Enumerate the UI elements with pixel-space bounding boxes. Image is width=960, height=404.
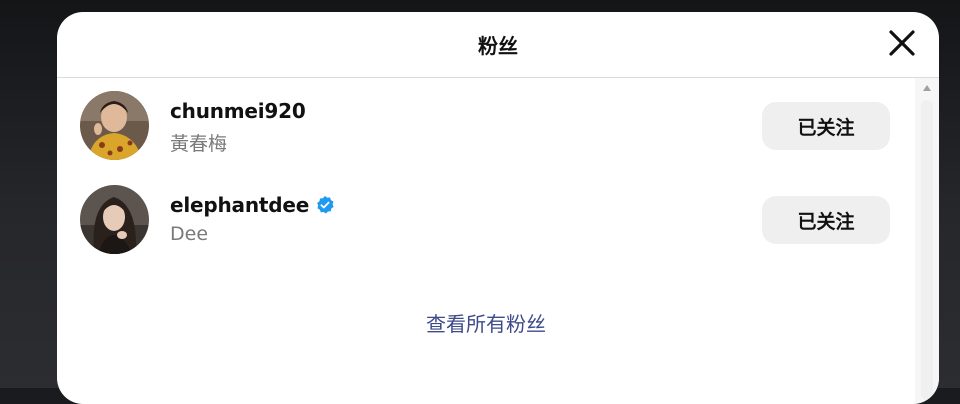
follower-row: elephantdee Dee 已关注	[57, 172, 915, 266]
close-icon	[889, 30, 915, 56]
username-line: elephantdee	[170, 192, 335, 218]
modal-title: 粉丝	[478, 34, 518, 58]
avatar[interactable]	[80, 91, 149, 160]
following-button[interactable]: 已关注	[762, 102, 890, 150]
verified-badge-icon	[315, 195, 335, 215]
see-all-followers-link[interactable]: 查看所有粉丝	[57, 308, 915, 337]
follower-row: chunmei920 黃春梅 已关注	[57, 78, 915, 172]
scrollbar-thumb[interactable]	[921, 100, 933, 400]
scroll-up-arrow-icon[interactable]	[923, 85, 931, 91]
following-button[interactable]: 已关注	[762, 196, 890, 244]
followers-list: chunmei920 黃春梅 已关注 elephantdee Dee 已关注 查…	[57, 78, 915, 400]
username[interactable]: chunmei920	[170, 99, 306, 123]
followers-modal: 粉丝 chunmei920 黃春梅 已关注 elephantdee Dee 已关…	[57, 12, 939, 404]
modal-header: 粉丝	[57, 12, 939, 78]
scrollbar[interactable]	[915, 78, 939, 404]
full-name: 黃春梅	[170, 133, 228, 155]
close-button[interactable]	[885, 26, 919, 60]
full-name: Dee	[170, 223, 209, 245]
avatar-image	[80, 185, 149, 254]
avatar-image	[80, 91, 149, 160]
username[interactable]: elephantdee	[170, 193, 309, 217]
avatar[interactable]	[80, 185, 149, 254]
username-line: chunmei920	[170, 98, 306, 124]
